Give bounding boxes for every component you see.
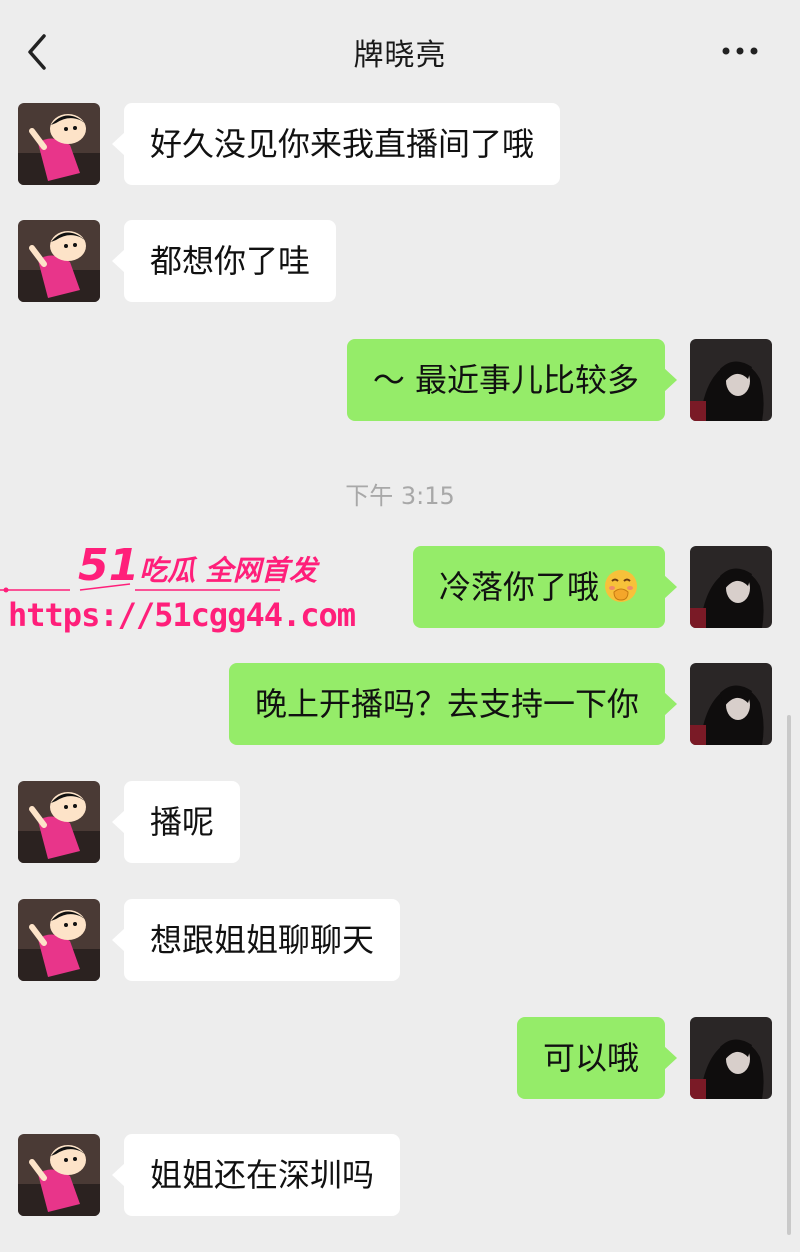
watermark: 51吃瓜 全网首发 https://51cgg44.com [0,540,356,640]
message-bubble-incoming[interactable]: 播呢 [111,781,241,863]
message-text: 冷落你了哦 [438,568,599,606]
message-bubble-outgoing[interactable]: 晚上开播吗？去支持一下你 [228,663,678,745]
message-bubble-incoming[interactable]: 好久没见你来我直播间了哦 [111,103,561,185]
self-avatar[interactable] [690,339,772,421]
chat-header: 牌晓亮 [0,0,800,100]
watermark-brand-text: 吃瓜 全网首发 [139,554,317,587]
woman-portrait-avatar-icon [690,663,772,745]
chat-title: 牌晓亮 [353,38,447,73]
contact-avatar[interactable] [18,220,100,302]
contact-avatar[interactable] [18,781,100,863]
cartoon-boy-avatar-icon [18,103,100,185]
woman-portrait-avatar-icon [690,1017,772,1099]
more-options-button[interactable] [718,36,762,66]
cartoon-boy-avatar-icon [18,1134,100,1216]
message-bubble-incoming[interactable]: 想跟姐姐聊聊天 [111,899,401,981]
cartoon-boy-avatar-icon [18,899,100,981]
ellipsis-icon [722,47,758,55]
message-bubble-incoming[interactable]: 都想你了哇 [111,220,337,302]
self-avatar[interactable] [690,663,772,745]
message-bubble-outgoing[interactable]: 可以哦 [516,1017,678,1099]
contact-avatar[interactable] [18,899,100,981]
watermark-url: https://51cgg44.com [8,596,356,634]
message-bubble-outgoing[interactable]: ～ 最近事儿比较多 [346,339,678,421]
cartoon-boy-avatar-icon [18,781,100,863]
contact-avatar[interactable] [18,1134,100,1216]
scrollbar[interactable] [787,715,791,1235]
woman-portrait-avatar-icon [690,546,772,628]
hand-over-mouth-emoji-icon [603,552,639,602]
message-bubble-incoming[interactable]: 姐姐还在深圳吗 [111,1134,401,1216]
watermark-brand-number: 51 [78,540,140,591]
message-timestamp: 下午 3:15 [345,482,455,510]
contact-avatar[interactable] [18,103,100,185]
self-avatar[interactable] [690,546,772,628]
watermark-brand: 51吃瓜 全网首发 [78,540,317,591]
woman-portrait-avatar-icon [690,339,772,421]
cartoon-boy-avatar-icon [18,220,100,302]
message-bubble-outgoing[interactable]: 冷落你了哦 [412,546,678,628]
self-avatar[interactable] [690,1017,772,1099]
